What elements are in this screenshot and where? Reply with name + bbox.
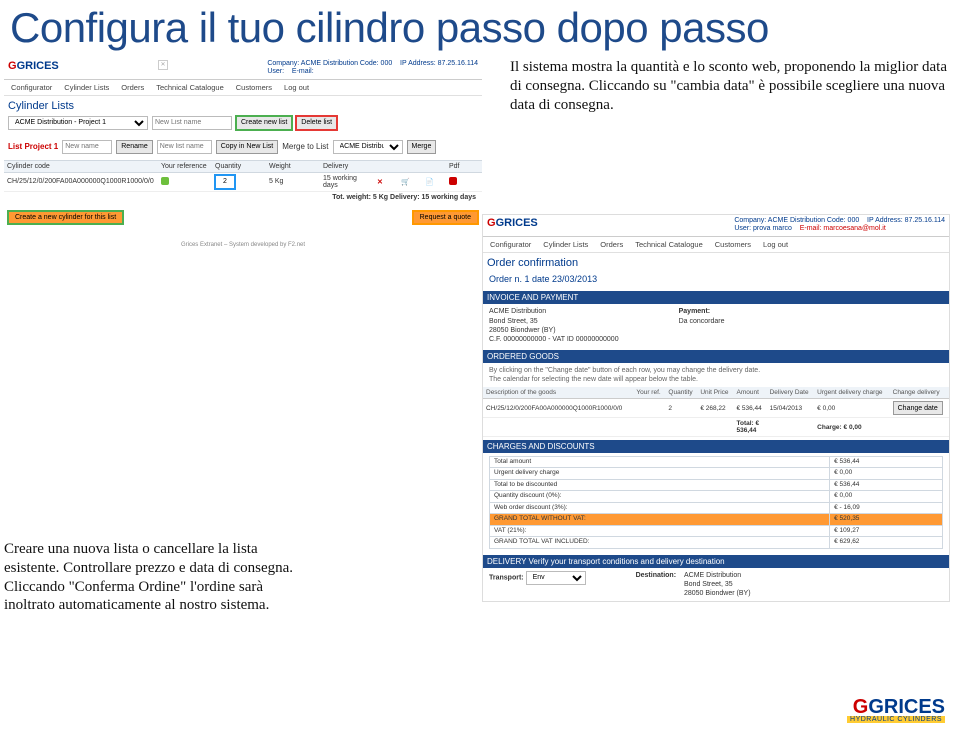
totals-row: Tot. weight: 5 Kg Delivery: 15 working d…: [4, 192, 482, 203]
nav-orders[interactable]: Orders: [118, 82, 147, 93]
ok-icon: [161, 177, 169, 185]
sidetext-top: Il sistema mostra la quantità e lo scont…: [510, 58, 950, 114]
logo: GGRICES: [487, 217, 538, 229]
payment-block: Payment:Da concordare: [679, 307, 725, 343]
merge-label: Merge to List: [282, 142, 328, 151]
delivery: 15 working days: [323, 175, 373, 189]
nav-catalogue[interactable]: Technical Catalogue: [153, 82, 227, 93]
goods-table: Description of the goodsYour ref.Quantit…: [483, 387, 949, 437]
footer-note: Grices Extranet – System developed by F2…: [4, 232, 482, 248]
pdf-icon[interactable]: [449, 177, 457, 185]
nav-customers[interactable]: Customers: [233, 82, 275, 93]
create-list-button[interactable]: Create new list: [236, 116, 292, 130]
merge-button[interactable]: Merge: [407, 140, 437, 154]
transport-select[interactable]: Env: [526, 571, 586, 585]
brand-logo: GGRICES HYDRAULIC CYLINDERS: [847, 696, 945, 723]
project-select[interactable]: ACME Distribution - Project 1: [8, 116, 148, 130]
rename-input[interactable]: [62, 140, 112, 154]
nav-catalogue[interactable]: Technical Catalogue: [632, 239, 706, 250]
invoice-address: ACME DistributionBond Street, 3528050 Bi…: [489, 307, 619, 343]
total-cell: Total: €536,44: [733, 418, 766, 437]
hint-text: By clicking on the "Change date" button …: [483, 363, 949, 387]
sidetext-bottom: Creare una nuova lista o cancellare la l…: [4, 540, 304, 615]
cart-icon[interactable]: 🛒: [401, 178, 421, 186]
request-quote-button[interactable]: Request a quote: [413, 211, 478, 224]
weight: 5 Kg: [269, 178, 319, 185]
rename-button[interactable]: Rename: [116, 140, 152, 154]
logo: GGRICES: [8, 60, 59, 72]
band-goods: ORDERED GOODS: [483, 350, 949, 363]
nav-configurator[interactable]: Configurator: [8, 82, 55, 93]
section-title: Cylinder Lists: [4, 96, 482, 114]
change-date-button[interactable]: Change date: [893, 401, 943, 415]
delete-icon[interactable]: ✕: [377, 178, 397, 186]
band-charges: CHARGES AND DISCOUNTS: [483, 440, 949, 453]
copy-list-input[interactable]: [157, 140, 212, 154]
app-order-confirmation: GGRICES Company: ACME Distribution Code:…: [482, 214, 950, 602]
list-name: List Project 1: [8, 142, 58, 151]
band-invoice: INVOICE AND PAYMENT: [483, 291, 949, 304]
destination-block: ACME DistributionBond Street, 3528050 Bi…: [684, 571, 751, 598]
nav-logout[interactable]: Log out: [281, 82, 312, 93]
nav-logout[interactable]: Log out: [760, 239, 791, 250]
broken-image-icon: ✕: [158, 60, 168, 70]
table-row: CH/25/12/0/200FA00A000000Q1000R1000/0/0 …: [483, 399, 949, 418]
charge-cell: Charge: € 0,00: [814, 418, 949, 437]
nav-bar: Configurator Cylinder Lists Orders Techn…: [483, 237, 949, 253]
order-title: Order confirmation: [483, 253, 949, 271]
nav-lists[interactable]: Cylinder Lists: [61, 82, 112, 93]
qty-input[interactable]: [215, 175, 235, 189]
transport-label: Transport:: [489, 574, 524, 581]
table-header: Cylinder code Your reference Quantity We…: [4, 160, 482, 173]
nav-lists[interactable]: Cylinder Lists: [540, 239, 591, 250]
charges-table: Total amount€ 536,44 Urgent delivery cha…: [489, 456, 943, 549]
header-info: Company: ACME Distribution Code: 000 IP …: [267, 60, 478, 77]
merge-select[interactable]: ACME Distributi: [333, 140, 403, 154]
cylinder-code: CH/25/12/0/200FA00A000000Q1000R1000/0/0: [7, 178, 157, 185]
band-delivery: DELIVERY Verify your transport condition…: [483, 555, 949, 568]
copy-list-button[interactable]: Copy in New List: [216, 140, 279, 154]
nav-orders[interactable]: Orders: [597, 239, 626, 250]
nav-customers[interactable]: Customers: [712, 239, 754, 250]
order-number: Order n. 1 date 23/03/2013: [483, 271, 949, 289]
new-list-name-input[interactable]: [152, 116, 232, 130]
header-info: Company: ACME Distribution Code: 000 IP …: [734, 217, 945, 234]
page-title: Configura il tuo cilindro passo dopo pas…: [0, 0, 960, 60]
copy-icon[interactable]: 📄: [425, 178, 445, 186]
table-row: CH/25/12/0/200FA00A000000Q1000R1000/0/0 …: [4, 173, 482, 192]
app-cylinder-lists: GGRICES ✕ Company: ACME Distribution Cod…: [4, 58, 482, 248]
new-cylinder-button[interactable]: Create a new cylinder for this list: [8, 211, 123, 224]
destination-label: Destination:: [636, 572, 676, 579]
nav-configurator[interactable]: Configurator: [487, 239, 534, 250]
delete-list-button[interactable]: Delete list: [296, 116, 337, 130]
nav-bar: Configurator Cylinder Lists Orders Techn…: [4, 80, 482, 96]
